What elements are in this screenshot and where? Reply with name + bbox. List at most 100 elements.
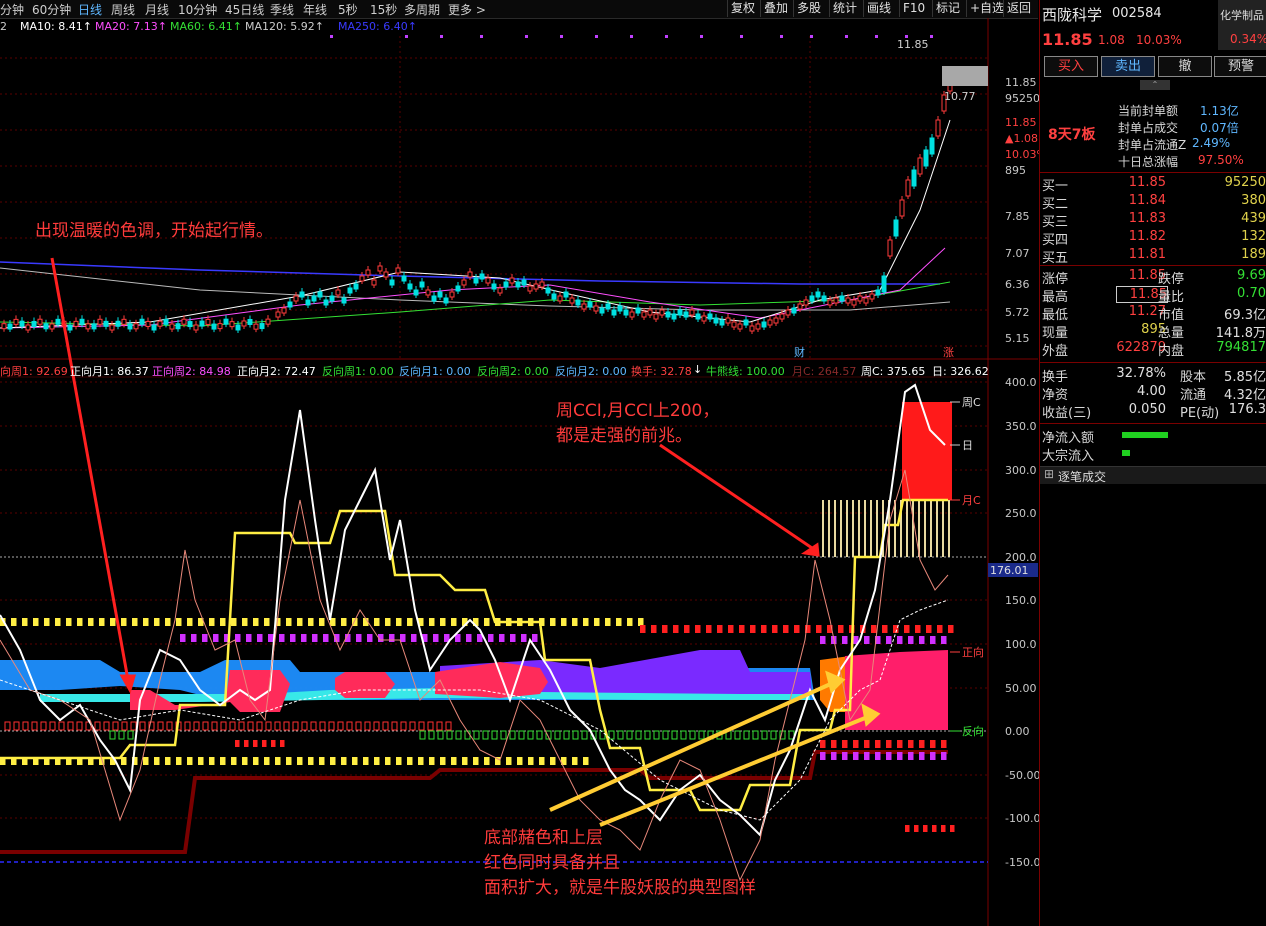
dash-segment <box>706 625 712 633</box>
dash-segment <box>407 757 413 765</box>
candle <box>852 300 856 305</box>
month-cci-bar <box>942 500 944 557</box>
tick-title: 逐笔成交 <box>1058 468 1106 485</box>
cancel-order-button[interactable]: 撤 <box>1158 56 1212 77</box>
outline-dash <box>437 722 442 730</box>
indicator-label-3: 正向月2: 72.47 <box>237 363 316 379</box>
candle <box>432 296 436 301</box>
candle <box>372 280 376 285</box>
candle <box>654 314 658 319</box>
cci-axis-label-2: 300.0 <box>1005 464 1037 477</box>
bid-row-2[interactable]: 买三 11.83 439 <box>1040 211 1266 229</box>
dash-segment <box>842 636 848 644</box>
dash-segment <box>772 625 778 633</box>
dash-segment <box>820 740 826 748</box>
price-axis-label-9: 5.72 <box>1005 306 1030 319</box>
stat-label: 股本 <box>1180 366 1206 385</box>
dash-segment <box>897 752 903 760</box>
month-cci-bar <box>870 500 872 557</box>
dash-segment <box>930 740 936 748</box>
candle <box>444 298 448 303</box>
outline-dash <box>338 722 343 730</box>
stat-label: 换手 <box>1042 366 1068 385</box>
dash-segment <box>616 618 622 626</box>
candle <box>900 200 904 216</box>
outline-dash <box>447 731 452 739</box>
week-c-tag: 周C <box>962 396 981 409</box>
dash-segment <box>55 618 61 626</box>
bid-volume: 380 <box>1190 193 1266 208</box>
outline-dash <box>446 722 451 730</box>
dash-segment <box>180 634 186 642</box>
stat-value: 176.3 <box>1210 402 1266 417</box>
dash-segment <box>246 634 252 642</box>
bid-volume: 189 <box>1190 247 1266 262</box>
dash-segment <box>695 625 701 633</box>
dash-segment <box>473 757 479 765</box>
collapse-toggle-icon[interactable]: ⌃ <box>1140 80 1170 90</box>
bid-row-3[interactable]: 买四 11.82 132 <box>1040 229 1266 247</box>
dash-segment <box>253 757 259 765</box>
stat-label: 净资 <box>1042 384 1068 403</box>
dash-segment <box>341 757 347 765</box>
dash-segment <box>941 825 946 832</box>
candle <box>786 310 790 315</box>
candle <box>152 325 156 330</box>
bid-price: 11.85 <box>1126 175 1166 190</box>
dash-segment <box>253 740 258 747</box>
alert-button[interactable]: 预警 <box>1214 56 1266 77</box>
outline-dash <box>131 722 136 730</box>
bid-row-4[interactable]: 买五 11.81 189 <box>1040 247 1266 265</box>
candle <box>134 324 138 329</box>
candle <box>828 300 832 305</box>
dash-segment <box>886 740 892 748</box>
annotation-bottom-line3: 面积扩大，就是牛股妖股的典型图样 <box>484 877 756 900</box>
dash-segment <box>451 618 457 626</box>
candle <box>696 314 700 319</box>
stat-label: 收益(三) <box>1042 402 1091 421</box>
plus-icon[interactable]: ⊞ <box>1044 467 1054 481</box>
positive-tag: 正向 <box>962 645 984 659</box>
dash-segment <box>923 825 928 832</box>
candle <box>534 284 538 289</box>
outline-dash <box>654 731 659 739</box>
candle <box>348 288 352 293</box>
dash-segment <box>528 757 534 765</box>
dash-segment <box>820 752 826 760</box>
stat-value: 69.3亿 <box>1200 304 1266 323</box>
buy-button[interactable]: 买入 <box>1044 56 1098 77</box>
outline-dash <box>167 722 172 730</box>
dash-segment <box>550 757 556 765</box>
bid-price: 11.82 <box>1126 229 1166 244</box>
indicator-label-10: 牛熊线: 100.00 <box>706 363 785 379</box>
sell-button[interactable]: 卖出 <box>1101 56 1155 77</box>
candle <box>44 324 48 329</box>
candle <box>116 321 120 326</box>
dash-segment <box>506 757 512 765</box>
outline-dash <box>483 731 488 739</box>
dash-segment <box>319 618 325 626</box>
stat-value: 5.85亿 <box>1210 366 1266 385</box>
dash-segment <box>864 752 870 760</box>
seal-value-1: 0.07倍 <box>1200 119 1239 136</box>
candle <box>396 268 400 273</box>
divider <box>1040 172 1266 173</box>
outline-dash <box>492 731 497 739</box>
dash-segment <box>886 636 892 644</box>
seal-label-1: 封单占成交 <box>1118 119 1178 136</box>
candle <box>2 324 6 329</box>
dash-segment <box>268 634 274 642</box>
dash-segment <box>110 618 116 626</box>
red-band-2 <box>335 672 395 698</box>
chart-canvas[interactable]: 11.85 10.77 财 涨 周C 日 月C 正向 反向 176.01 <box>0 0 1038 926</box>
price-change-pct: 10.03% <box>1136 33 1182 47</box>
candle <box>912 170 916 186</box>
dash-segment <box>627 618 633 626</box>
candle <box>870 294 874 299</box>
dash-segment <box>941 752 947 760</box>
outline-dash <box>501 731 506 739</box>
dash-segment <box>451 757 457 765</box>
bid-row-0[interactable]: 买一 11.85 95250 <box>1040 175 1266 193</box>
candle <box>330 296 334 301</box>
bid-row-1[interactable]: 买二 11.84 380 <box>1040 193 1266 211</box>
